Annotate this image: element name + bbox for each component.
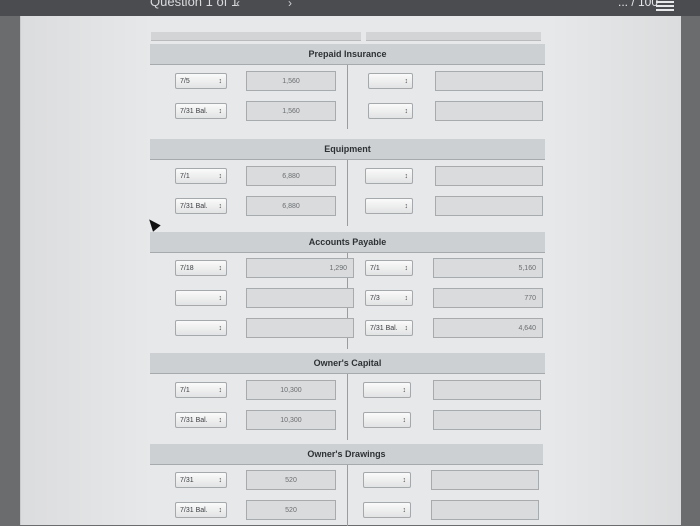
- chevron-updown-icon: ↕: [218, 203, 223, 210]
- table-row: ↕ 7/31 Bal. ↕ 4,640: [150, 317, 545, 339]
- credit-amount-input[interactable]: 770: [433, 288, 543, 308]
- debit-date-select[interactable]: 7/5 ↕: [175, 73, 227, 89]
- account-title: Prepaid Insurance: [150, 44, 545, 65]
- chevron-updown-icon: ↕: [404, 325, 409, 332]
- table-row: 7/31 Bal. ↕ 520 ↕: [150, 499, 545, 521]
- credit-amount-input[interactable]: 4,640: [433, 318, 543, 338]
- debit-amount-input[interactable]: 10,300: [246, 380, 336, 400]
- credit-amount-input[interactable]: [433, 380, 541, 400]
- credit-amount-input[interactable]: [431, 470, 539, 490]
- debit-amount-input[interactable]: 6,880: [246, 166, 336, 186]
- credit-date-select[interactable]: ↕: [365, 168, 413, 184]
- credit-amount-input[interactable]: [431, 500, 539, 520]
- credit-amount-input[interactable]: [435, 196, 543, 216]
- debit-date-select[interactable]: 7/1 ↕: [175, 168, 227, 184]
- table-row: 7/1 ↕ 6,880 ↕: [150, 165, 545, 187]
- credit-amount-input[interactable]: [435, 166, 543, 186]
- credit-amount-input[interactable]: [435, 71, 543, 91]
- table-row: 7/31 Bal. ↕ 10,300 ↕: [150, 409, 545, 431]
- chevron-updown-icon: ↕: [218, 387, 223, 394]
- debit-amount-input[interactable]: [246, 318, 354, 338]
- credit-date-select[interactable]: ↕: [363, 412, 411, 428]
- table-row: 7/18 ↕ 1,290 7/1 ↕ 5,160: [150, 257, 545, 279]
- debit-amount-input[interactable]: 520: [246, 500, 336, 520]
- debit-date-select[interactable]: ↕: [175, 320, 227, 336]
- debit-date-select[interactable]: ↕: [175, 290, 227, 306]
- list-icon[interactable]: [656, 1, 674, 13]
- question-title: Question 1 of 1: [150, 0, 239, 9]
- table-row: 7/1 ↕ 10,300 ↕: [150, 379, 545, 401]
- taccount-accounts-payable: Accounts Payable 7/18 ↕ 1,290 7/1 ↕ 5,160 …: [150, 232, 545, 349]
- debit-date-select[interactable]: 7/1 ↕: [175, 382, 227, 398]
- credit-date-select[interactable]: ↕: [368, 73, 413, 89]
- chevron-updown-icon: ↕: [218, 507, 223, 514]
- debit-amount-input[interactable]: [246, 288, 354, 308]
- credit-amount-input[interactable]: [433, 410, 541, 430]
- debit-amount-input[interactable]: 1,560: [246, 71, 336, 91]
- debit-amount-input[interactable]: 1,560: [246, 101, 336, 121]
- chevron-left-icon[interactable]: ‹: [236, 0, 240, 10]
- top-bar: Question 1 of 1 ‹ › ... / 100: [0, 0, 700, 16]
- taccount-owners-drawings: Owner's Drawings 7/31 ↕ 520 ↕ 7/31 Bal. ↕ …: [150, 444, 543, 526]
- credit-date-select[interactable]: 7/1 ↕: [365, 260, 413, 276]
- debit-amount-input[interactable]: 6,880: [246, 196, 336, 216]
- chevron-updown-icon: ↕: [404, 295, 409, 302]
- debit-date-select[interactable]: 7/31 Bal. ↕: [175, 502, 227, 518]
- credit-amount-input[interactable]: 5,160: [433, 258, 543, 278]
- credit-date-select[interactable]: 7/3 ↕: [365, 290, 413, 306]
- chevron-updown-icon: ↕: [218, 173, 223, 180]
- table-row: 7/31 Bal. ↕ 1,560 ↕: [150, 100, 545, 122]
- chevron-updown-icon: ↕: [404, 108, 409, 115]
- credit-amount-input[interactable]: [435, 101, 543, 121]
- chevron-updown-icon: ↕: [404, 265, 409, 272]
- taccount-owners-capital: Owner's Capital 7/1 ↕ 10,300 ↕ 7/31 Bal. ↕…: [150, 353, 545, 440]
- credit-date-select[interactable]: ↕: [365, 198, 413, 214]
- chevron-updown-icon: ↕: [218, 477, 223, 484]
- account-title: Owner's Capital: [150, 353, 545, 374]
- credit-date-select[interactable]: 7/31 Bal. ↕: [365, 320, 413, 336]
- table-row: 7/5 ↕ 1,560 ↕: [150, 70, 545, 92]
- credit-date-select[interactable]: ↕: [363, 382, 411, 398]
- table-row: ↕ 7/3 ↕ 770: [150, 287, 545, 309]
- chevron-updown-icon: ↕: [218, 108, 223, 115]
- account-title: Equipment: [150, 139, 545, 160]
- account-title: Accounts Payable: [150, 232, 545, 253]
- table-row: 7/31 Bal. ↕ 6,880 ↕: [150, 195, 545, 217]
- debit-date-select[interactable]: 7/31 Bal. ↕: [175, 198, 227, 214]
- chevron-updown-icon: ↕: [402, 477, 407, 484]
- taccount-equipment: Equipment 7/1 ↕ 6,880 ↕ 7/31 Bal. ↕ 6,880 …: [150, 139, 545, 226]
- chevron-updown-icon: ↕: [402, 417, 407, 424]
- chevron-updown-icon: ↕: [218, 295, 223, 302]
- debit-date-select[interactable]: 7/31 Bal. ↕: [175, 103, 227, 119]
- previous-account-stub: [151, 32, 361, 41]
- account-title: Owner's Drawings: [150, 444, 543, 465]
- debit-date-select[interactable]: 7/18 ↕: [175, 260, 227, 276]
- chevron-updown-icon: ↕: [218, 78, 223, 85]
- chevron-updown-icon: ↕: [404, 78, 409, 85]
- chevron-right-icon[interactable]: ›: [288, 0, 292, 10]
- chevron-updown-icon: ↕: [218, 325, 223, 332]
- debit-amount-input[interactable]: 10,300: [246, 410, 336, 430]
- debit-date-select[interactable]: 7/31 Bal. ↕: [175, 412, 227, 428]
- chevron-updown-icon: ↕: [404, 173, 409, 180]
- taccount-prepaid-insurance: Prepaid Insurance 7/5 ↕ 1,560 ↕ 7/31 Bal.…: [150, 44, 545, 129]
- chevron-updown-icon: ↕: [218, 265, 223, 272]
- debit-amount-input[interactable]: 1,290: [246, 258, 354, 278]
- chevron-updown-icon: ↕: [402, 387, 407, 394]
- chevron-updown-icon: ↕: [404, 203, 409, 210]
- chevron-updown-icon: ↕: [402, 507, 407, 514]
- credit-date-select[interactable]: ↕: [363, 502, 411, 518]
- points-indicator: ... / 100: [618, 0, 659, 9]
- debit-amount-input[interactable]: 520: [246, 470, 336, 490]
- credit-date-select[interactable]: ↕: [363, 472, 411, 488]
- previous-account-stub: [366, 32, 541, 41]
- credit-date-select[interactable]: ↕: [368, 103, 413, 119]
- table-row: 7/31 ↕ 520 ↕: [150, 469, 545, 491]
- chevron-updown-icon: ↕: [218, 417, 223, 424]
- debit-date-select[interactable]: 7/31 ↕: [175, 472, 227, 488]
